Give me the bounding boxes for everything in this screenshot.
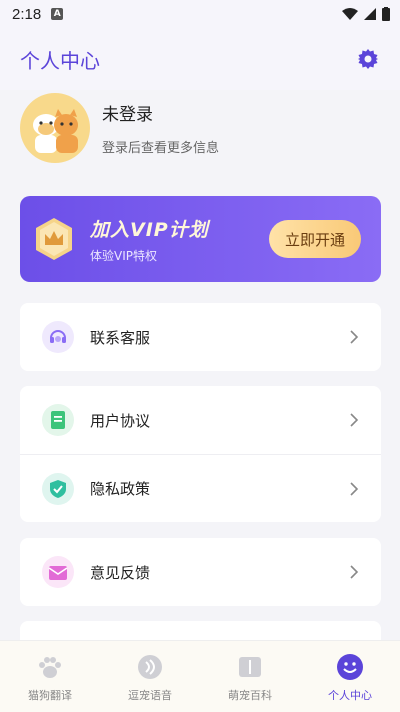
tab-label: 萌宠百科 <box>228 689 272 702</box>
wifi-icon <box>342 8 358 20</box>
tab-encyclopedia[interactable]: 萌宠百科 <box>200 641 300 712</box>
voice-icon <box>138 655 162 679</box>
menu-item-privacy-policy[interactable]: 隐私政策 <box>20 454 381 522</box>
tab-voice[interactable]: 逗宠语音 <box>100 641 200 712</box>
tab-label: 个人中心 <box>328 689 372 702</box>
vip-open-button[interactable]: 立即开通 <box>269 220 361 258</box>
menu-item-label: 用户协议 <box>90 411 151 430</box>
chevron-right-icon <box>350 481 359 496</box>
avatar[interactable] <box>20 93 90 163</box>
vip-text: 加入VIP计划 体验VIP特权 <box>90 215 209 264</box>
status-time: 2:18 <box>12 5 42 23</box>
profile-info: 未登录 登录后查看更多信息 <box>102 100 219 156</box>
tab-translate[interactable]: 猫狗翻译 <box>0 641 100 712</box>
menu-item-label: 隐私政策 <box>90 480 151 498</box>
notification-a-icon: A <box>51 8 64 20</box>
bottom-tab-bar: 猫狗翻译 逗宠语音 萌宠百科 个人中心 <box>0 640 400 712</box>
tab-profile[interactable]: 个人中心 <box>300 641 400 712</box>
status-bar: 2:18 A <box>0 0 400 28</box>
chevron-right-icon <box>350 565 359 579</box>
headset-icon <box>42 321 74 353</box>
page-title: 个人中心 <box>20 48 100 73</box>
smile-icon <box>337 654 363 680</box>
document-icon <box>42 404 74 436</box>
gear-icon[interactable] <box>356 47 380 71</box>
mail-icon <box>42 556 74 588</box>
signal-icon <box>364 8 376 20</box>
menu-item-user-agreement[interactable]: 用户协议 <box>20 386 381 454</box>
chevron-right-icon <box>350 413 359 427</box>
status-right <box>342 7 390 21</box>
chevron-right-icon <box>350 330 359 344</box>
menu-card-service: 联系客服 <box>20 303 381 371</box>
menu-item-label: 联系客服 <box>90 328 151 347</box>
vip-banner[interactable]: 加入VIP计划 体验VIP特权 立即开通 <box>20 196 381 282</box>
vip-subtitle: 体验VIP特权 <box>90 248 157 263</box>
profile-name: 未登录 <box>102 105 153 125</box>
menu-card-legal: 用户协议 隐私政策 <box>20 386 381 522</box>
battery-icon <box>382 7 390 21</box>
menu-item-contact-service[interactable]: 联系客服 <box>20 303 381 371</box>
profile-section[interactable]: 未登录 登录后查看更多信息 <box>20 92 380 164</box>
tab-label: 逗宠语音 <box>128 689 172 702</box>
profile-subtitle: 登录后查看更多信息 <box>102 141 220 156</box>
vip-title: 加入VIP计划 <box>90 218 209 241</box>
menu-item-label: 意见反馈 <box>90 563 151 582</box>
crown-badge-icon <box>36 218 72 260</box>
pets-avatar-icon <box>33 109 78 153</box>
menu-card-feedback: 意见反馈 <box>20 538 381 606</box>
shield-icon <box>42 472 74 505</box>
menu-item-feedback[interactable]: 意见反馈 <box>20 538 381 606</box>
book-icon <box>239 657 261 677</box>
tab-label: 猫狗翻译 <box>28 689 72 702</box>
paw-icon <box>39 657 61 678</box>
page-header: 个人中心 <box>0 28 400 90</box>
